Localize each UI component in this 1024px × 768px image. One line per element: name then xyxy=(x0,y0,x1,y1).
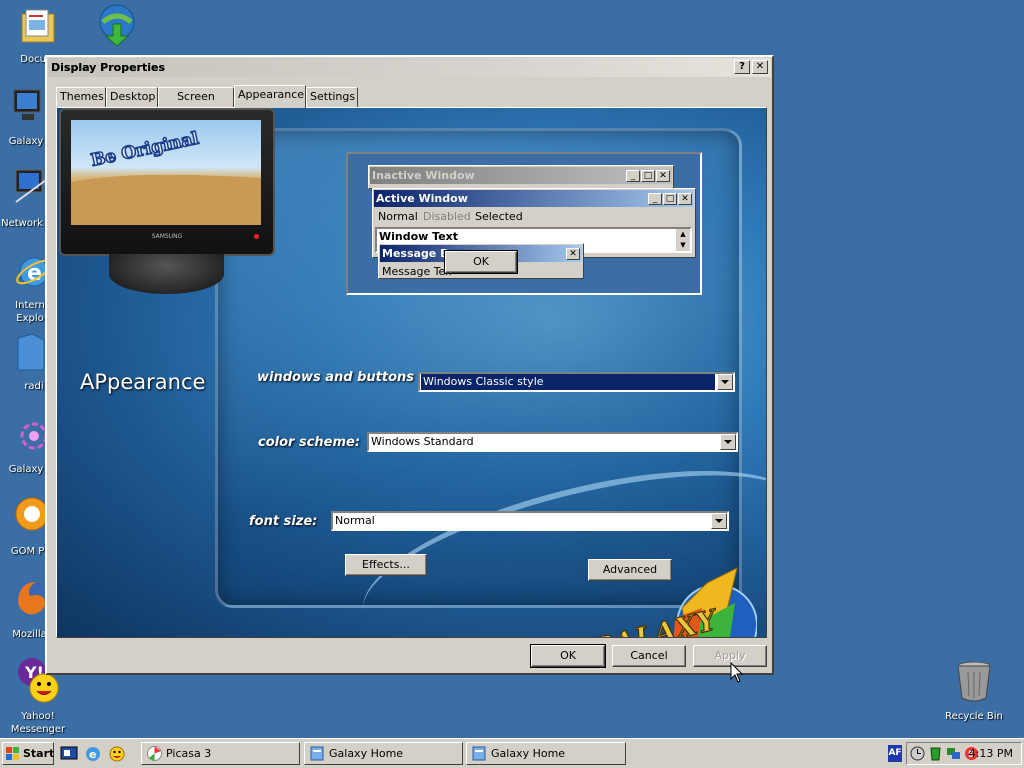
wallpaper-thumbnail: Be Original xyxy=(71,128,261,225)
tab-themes[interactable]: Themes xyxy=(56,87,106,107)
appearance-panel: Be Original SAMSUNG APpearance Inactive … xyxy=(56,107,767,638)
help-button[interactable]: ? xyxy=(734,60,750,74)
preview-inactive-window: Inactive Window _ □ ✕ xyxy=(368,165,674,189)
recycle-tray-icon[interactable] xyxy=(928,746,943,761)
documents-icon xyxy=(21,9,55,43)
folder-window-icon xyxy=(472,746,486,761)
picasa-icon xyxy=(147,746,162,761)
network-icon xyxy=(15,169,47,203)
folder-icon xyxy=(17,333,45,371)
task-galaxy-home-1[interactable]: Galaxy Home xyxy=(304,742,463,765)
windows-buttons-value: Windows Classic style xyxy=(421,374,715,390)
minimize-icon: _ xyxy=(626,170,640,182)
task-picasa-label: Picasa 3 xyxy=(166,747,212,760)
font-size-label: font size: xyxy=(249,514,318,529)
font-size-value: Normal xyxy=(335,514,375,527)
scroll-up-icon: ▲ xyxy=(680,230,686,238)
preview-ok-button: OK xyxy=(444,250,518,274)
scroll-down-icon: ▼ xyxy=(680,241,686,249)
chevron-down-icon[interactable] xyxy=(717,374,733,390)
preview-menu-disabled: Disabled xyxy=(423,210,471,223)
task-galaxy-home-1-label: Galaxy Home xyxy=(329,747,404,760)
recycle-bin-icon xyxy=(957,661,991,702)
mouse-cursor-icon xyxy=(730,662,744,683)
yahoo-messenger-label: Yahoo! xyxy=(21,711,55,722)
preview-scrollbar: ▲ ▼ xyxy=(676,229,690,251)
monitor-frame: Be Original SAMSUNG xyxy=(59,108,275,256)
appearance-preview: Inactive Window _ □ ✕ Active Window _ □ ✕ No… xyxy=(346,152,702,295)
wallpaper-text: Be Original xyxy=(89,129,201,171)
color-scheme-value: Windows Standard xyxy=(371,435,474,448)
preview-message-box: Message Bo ✕ Message Tex OK xyxy=(378,243,584,279)
panel-heading: APpearance xyxy=(80,370,206,394)
svg-text:e: e xyxy=(89,748,96,761)
font-size-select[interactable]: Normal xyxy=(331,511,729,531)
minimize-icon: _ xyxy=(648,193,662,205)
color-scheme-select[interactable]: Windows Standard xyxy=(367,432,738,452)
preview-menu-normal: Normal xyxy=(378,210,418,223)
display-properties-window: Display Properties ? ✕ Themes Desktop Sc… xyxy=(45,55,774,675)
preview-menu-selected: Selected xyxy=(475,210,523,223)
monitor-brand: SAMSUNG xyxy=(151,233,183,240)
start-button[interactable]: Start xyxy=(2,742,54,765)
preview-active-title: Active Window xyxy=(374,190,694,207)
folder-window-icon xyxy=(310,746,324,761)
language-indicator[interactable]: AF xyxy=(888,745,902,762)
clock-tray-icon[interactable] xyxy=(910,746,925,761)
tab-screen-saver[interactable]: Screen Saver xyxy=(158,87,234,121)
show-desktop-icon[interactable] xyxy=(60,746,78,762)
windows-buttons-select[interactable]: Windows Classic style xyxy=(418,372,735,392)
computer-icon xyxy=(13,89,41,120)
tab-settings[interactable]: Settings xyxy=(306,87,358,107)
tab-desktop[interactable]: Desktop xyxy=(106,87,158,107)
color-scheme-label: color scheme: xyxy=(258,435,361,450)
close-icon: ✕ xyxy=(566,248,580,260)
windows-logo-icon xyxy=(6,747,19,760)
task-galaxy-home-2[interactable]: Galaxy Home xyxy=(466,742,626,765)
preview-message-buttons: ✕ xyxy=(565,246,580,260)
preview-message-text: Message Tex xyxy=(382,265,452,278)
galaxy-swirl-icon xyxy=(20,422,48,450)
windows-buttons-label: windows and buttons xyxy=(257,370,415,385)
maximize-icon: □ xyxy=(663,193,677,205)
task-galaxy-home-2-label: Galaxy Home xyxy=(491,747,566,760)
chevron-down-icon[interactable] xyxy=(711,513,727,529)
taskbar: Start e Picasa 3 Galaxy Home Galaxy Home… xyxy=(0,738,1024,768)
tab-appearance[interactable]: Appearance xyxy=(234,85,306,108)
chevron-down-icon[interactable] xyxy=(720,434,736,450)
idm-desktop-icon[interactable] xyxy=(78,2,154,50)
close-icon: ✕ xyxy=(656,170,670,182)
title-bar[interactable]: Display Properties ? ✕ xyxy=(48,58,771,77)
system-tray: S 4:13 PM xyxy=(906,742,1022,765)
power-led xyxy=(254,234,259,239)
globe-download-icon xyxy=(99,4,135,47)
task-picasa[interactable]: Picasa 3 xyxy=(141,742,300,765)
galaxy-logo-text: GALAXY xyxy=(587,603,723,638)
preview-window-text: Window Text xyxy=(379,230,459,243)
ok-button[interactable]: OK xyxy=(530,644,606,668)
internet-explorer-icon[interactable]: e xyxy=(84,745,102,763)
yahoo-messenger-label-2: Messenger xyxy=(10,724,66,735)
preview-active-buttons: _ □ ✕ xyxy=(647,191,692,205)
close-icon: ✕ xyxy=(678,193,692,205)
galaxy-logo: GALAXY xyxy=(587,567,757,638)
quick-launch: e xyxy=(58,744,138,764)
start-label: Start xyxy=(23,747,55,760)
close-button[interactable]: ✕ xyxy=(752,60,768,74)
recycle-bin-label: Recycle Bin xyxy=(945,711,1003,722)
recycle-bin-desktop-icon[interactable]: Recycle Bin xyxy=(936,660,1012,724)
yahoo-messenger-icon[interactable] xyxy=(108,745,126,763)
preview-inactive-buttons: _ □ ✕ xyxy=(625,168,670,182)
window-title: Display Properties xyxy=(51,61,166,74)
monitor-graphic: Be Original SAMSUNG xyxy=(59,108,275,298)
monitor-stand xyxy=(109,254,224,294)
monitor-screen: Be Original xyxy=(71,120,261,225)
cancel-button[interactable]: Cancel xyxy=(612,645,686,667)
effects-button[interactable]: Effects... xyxy=(345,554,427,576)
network-tray-icon[interactable] xyxy=(946,746,961,761)
maximize-icon: □ xyxy=(641,170,655,182)
clock[interactable]: 4:13 PM xyxy=(969,743,1013,764)
